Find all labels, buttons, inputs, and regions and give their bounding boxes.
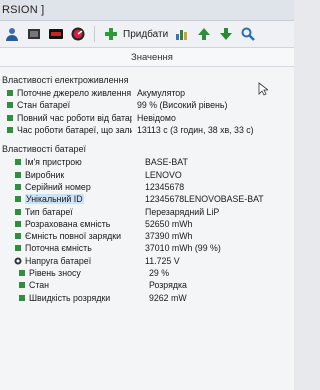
row-manufacturer[interactable]: Виробник LENOVO [0,168,294,180]
mouse-cursor-icon [258,82,268,96]
row-discharge-rate[interactable]: Швидкість розрядки 9262 mW [0,291,294,303]
battery-icon [15,159,21,166]
toolbar-separator [94,26,95,42]
speedometer-icon[interactable] [70,26,86,42]
battery-icon [7,90,13,97]
row-full-charge-capacity[interactable]: Ємність повної зарядки 37390 mWh [0,230,294,242]
row-serial-number[interactable]: Серійний номер 12345678 [0,181,294,193]
row-design-capacity[interactable]: Розрахована ємність 52650 mWh [0,218,294,230]
row-battery-voltage[interactable]: Напруга батареї 11.725 V [0,255,294,267]
section-battery-properties: Властивості батареї [2,144,87,155]
row-battery-type[interactable]: Тип батареї Перезарядний LiP [0,205,294,217]
row-full-battery-life[interactable]: Повний час роботи від батареї Невідомо [0,112,294,124]
toolbar: Придбати [0,21,294,48]
row-current-capacity[interactable]: Поточна ємність 37010 mWh (99 %) [0,242,294,254]
arrow-down-icon[interactable] [218,26,234,42]
battery-icon [7,114,13,121]
battery-icon [15,233,21,240]
row-unique-id[interactable]: Унікальний ID 12345678LENOVOBASE-BAT [0,193,294,205]
row-wear-level[interactable]: Рівень зносу 29 % [0,267,294,279]
battery-icon [15,220,21,227]
battery-icon [19,270,25,276]
user-icon[interactable] [4,26,20,42]
row-current-power-source[interactable]: Поточне джерело живлення Акумулятор [0,87,294,99]
chart-icon[interactable] [174,26,190,42]
column-header: Значення [0,48,294,67]
battery-icon [7,127,13,134]
battery-icon [7,102,13,109]
window-title: RSION ] [2,4,45,16]
battery-icon [15,196,21,203]
buy-button-label[interactable]: Придбати [123,29,168,40]
value-column-header[interactable]: Значення [126,52,294,63]
add-icon[interactable] [103,26,119,42]
row-device-name[interactable]: Ім'я пристрою BASE-BAT [0,156,294,168]
section-power-properties: Властивості електроживлення [2,75,129,85]
title-bar: RSION ] [0,0,294,21]
osd-icon[interactable] [48,26,64,42]
arrow-up-icon[interactable] [196,26,212,42]
battery-icon [15,183,21,190]
battery-icon [15,171,21,178]
battery-icon [15,245,21,252]
battery-icon [19,294,25,301]
row-battery-status[interactable]: Стан батареї 99 % (Високий рівень) [0,99,294,111]
battery-icon [15,208,21,215]
row-remaining-battery-life[interactable]: Час роботи батареї, що залиш... 13113 с … [0,124,294,136]
row-state[interactable]: Стан Розрядка [0,279,294,291]
aida64-window: RSION ] Придбати Значення Властивості ел… [0,0,294,390]
memory-icon[interactable] [26,26,42,42]
search-icon[interactable] [240,26,256,42]
battery-icon [19,282,25,289]
voltage-icon [14,257,22,265]
